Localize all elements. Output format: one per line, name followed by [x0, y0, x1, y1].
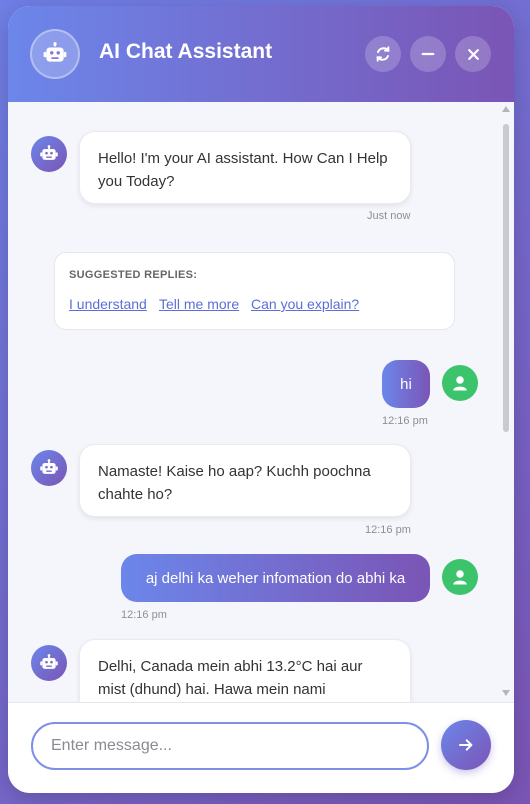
send-button[interactable] — [441, 720, 491, 770]
user-message: hi — [382, 360, 430, 408]
minus-icon — [421, 52, 435, 56]
suggested-replies: SUGGESTED REPLIES: I understand Tell me … — [54, 252, 455, 330]
scroll-down-icon — [502, 690, 510, 696]
message-time: 12:16 pm — [121, 609, 167, 621]
scrollbar[interactable] — [498, 102, 514, 702]
close-button[interactable] — [455, 36, 491, 72]
minimize-button[interactable] — [410, 36, 446, 72]
suggestion-can-you-explain[interactable]: Can you explain? — [251, 296, 359, 312]
scroll-up-icon — [502, 106, 510, 112]
suggestion-i-understand[interactable]: I understand — [69, 296, 147, 312]
suggested-replies-title: SUGGESTED REPLIES: — [69, 269, 198, 281]
arrow-right-icon — [459, 739, 473, 751]
user-icon — [442, 559, 478, 595]
message-time: 12:16 pm — [382, 415, 428, 427]
refresh-button[interactable] — [365, 36, 401, 72]
chat-window: AI Chat Assistant Hello! I'm your AI ass… — [8, 6, 514, 793]
close-icon — [467, 48, 479, 60]
robot-icon — [30, 29, 80, 79]
user-message: aj delhi ka weher infomation do abhi ka — [121, 554, 430, 602]
header-title: AI Chat Assistant — [99, 40, 273, 63]
bot-message: Namaste! Kaise ho aap? Kuchh poochna cha… — [79, 444, 411, 517]
message-time: 12:16 pm — [365, 524, 411, 536]
robot-icon — [31, 645, 67, 681]
robot-icon — [31, 450, 67, 486]
message-time: Just now — [367, 210, 411, 222]
message-input[interactable] — [31, 722, 429, 770]
bot-message: Hello! I'm your AI assistant. How Can I … — [79, 131, 411, 204]
chat-header: AI Chat Assistant — [8, 6, 514, 102]
message-list[interactable]: Hello! I'm your AI assistant. How Can I … — [8, 102, 514, 702]
refresh-icon — [376, 46, 390, 62]
suggestion-tell-me-more[interactable]: Tell me more — [159, 296, 239, 312]
bot-message: Delhi, Canada mein abhi 13.2°C hai aur m… — [79, 639, 411, 702]
user-icon — [442, 365, 478, 401]
message-composer — [8, 702, 514, 793]
scroll-thumb[interactable] — [503, 124, 509, 432]
robot-icon — [31, 136, 67, 172]
